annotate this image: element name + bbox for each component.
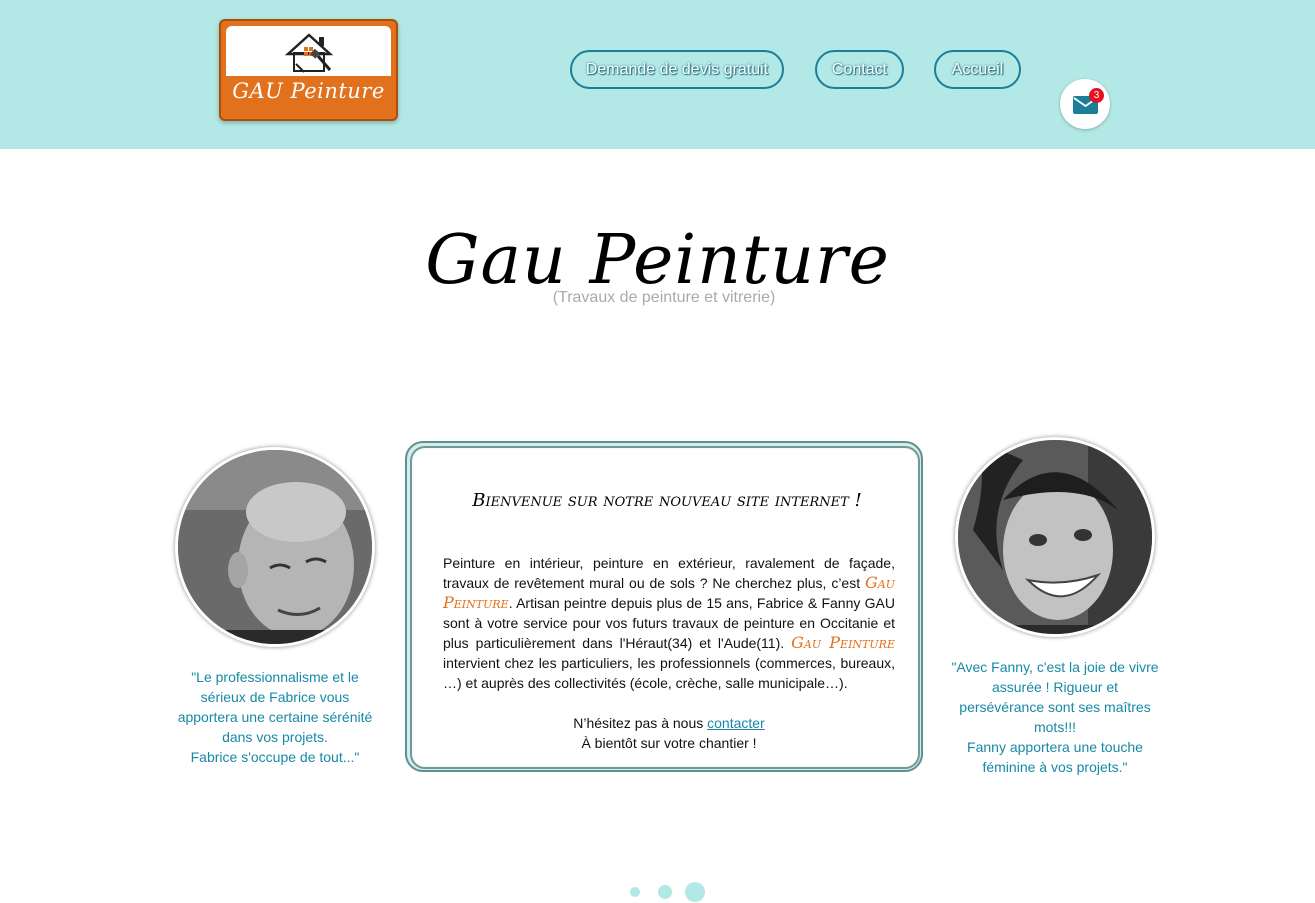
avatar-fabrice (175, 447, 375, 647)
contact-invitation: N’hésitez pas à nous contacter À bientôt… (443, 713, 895, 753)
site-header: GAU Peinture Demande de devis gratuit Co… (0, 0, 1315, 149)
carousel-dot-3-active[interactable] (685, 882, 705, 902)
avatar-fanny (955, 437, 1155, 637)
page-subtitle: (Travaux de peinture et vitrerie) (552, 289, 776, 306)
house-paintbrush-icon (284, 33, 334, 73)
quote-fabrice: "Le professionnalisme et le sérieux de F… (177, 669, 373, 765)
carousel-dot-1[interactable] (630, 887, 640, 897)
cta-prefix: N’hésitez pas à nous (573, 715, 708, 731)
logo-badge (226, 26, 391, 76)
nav-devis-button[interactable]: Demande de devis gratuit (570, 50, 784, 89)
portrait-fanny (958, 440, 1152, 634)
welcome-card-inner: Bienvenue sur notre nouveau site interne… (410, 446, 920, 769)
notification-badge: 3 (1089, 88, 1104, 103)
brand-name: Gau Peinture (791, 633, 895, 652)
welcome-text-part-1: Peinture en intérieur, peinture en extér… (443, 555, 895, 591)
site-logo[interactable]: GAU Peinture (219, 19, 398, 121)
welcome-card: Bienvenue sur notre nouveau site interne… (405, 441, 923, 772)
welcome-text-part-3: intervient chez les particuliers, les pr… (443, 655, 895, 691)
contact-link[interactable]: contacter (707, 715, 765, 731)
portrait-fabrice (178, 450, 372, 644)
welcome-text: Peinture en intérieur, peinture en extér… (443, 553, 895, 693)
quote-fanny: "Avec Fanny, c'est la joie de vivre assu… (951, 659, 1159, 775)
logo-text: GAU Peinture (232, 79, 385, 103)
cta-line-2: À bientôt sur votre chantier ! (581, 735, 757, 751)
mail-button[interactable]: 3 (1060, 79, 1110, 129)
welcome-title: Bienvenue sur notre nouveau site interne… (472, 490, 862, 511)
nav-contact-button[interactable]: Contact (815, 50, 904, 89)
nav-accueil-button[interactable]: Accueil (934, 50, 1021, 89)
carousel-dot-2[interactable] (658, 885, 672, 899)
